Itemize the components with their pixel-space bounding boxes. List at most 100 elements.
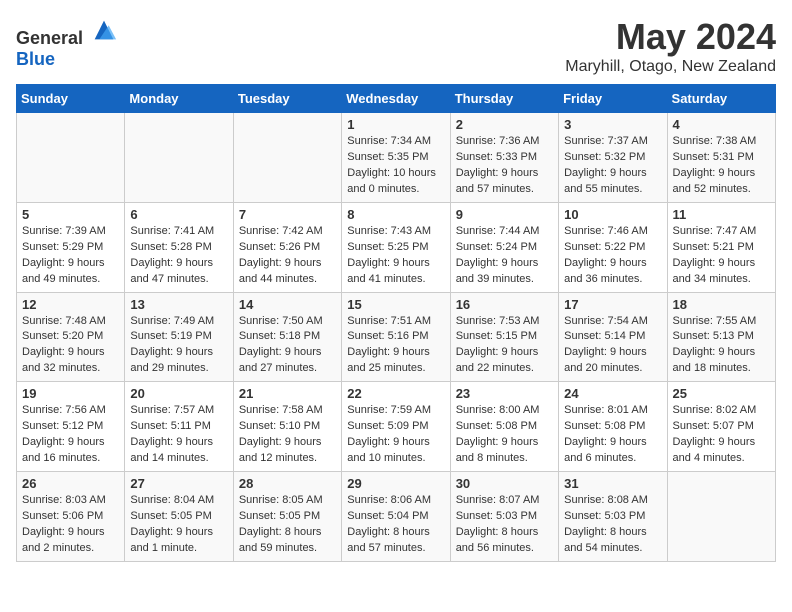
day-info: Sunrise: 8:03 AM Sunset: 5:06 PM Dayligh… — [22, 493, 119, 557]
day-number: 5 — [22, 207, 119, 222]
title-block: May 2024 Maryhill, Otago, New Zealand — [565, 16, 776, 76]
calendar-day-cell: 30 Sunrise: 8:07 AM Sunset: 5:03 PM Dayli… — [450, 472, 558, 562]
calendar-day-cell — [17, 113, 125, 203]
day-number: 27 — [130, 476, 227, 491]
day-info: Sunrise: 8:07 AM Sunset: 5:03 PM Dayligh… — [456, 493, 553, 557]
calendar-day-cell: 23Sunrise: 8:00 AM Sunset: 5:08 PM Dayli… — [450, 382, 558, 472]
calendar-week-row: 26 Sunrise: 8:03 AM Sunset: 5:06 PM Dayli… — [17, 472, 776, 562]
day-info: Sunrise: 7:43 AM Sunset: 5:25 PM Dayligh… — [347, 224, 444, 288]
day-number: 31 — [564, 476, 661, 491]
day-info: Sunrise: 7:50 AM Sunset: 5:18 PM Dayligh… — [239, 314, 336, 378]
day-number: 2 — [456, 117, 553, 132]
day-info: Sunrise: 7:36 AM Sunset: 5:33 PM Dayligh… — [456, 134, 553, 198]
calendar-day-cell: 28Sunrise: 8:05 AM Sunset: 5:05 PM Dayli… — [233, 472, 341, 562]
calendar-day-cell: 17 Sunrise: 7:54 AM Sunset: 5:14 PM Dayli… — [559, 292, 667, 382]
day-info: Sunrise: 8:01 AM Sunset: 5:08 PM Dayligh… — [564, 403, 661, 467]
calendar-day-cell: 2 Sunrise: 7:36 AM Sunset: 5:33 PM Daylig… — [450, 113, 558, 203]
calendar-day-cell: 8 Sunrise: 7:43 AM Sunset: 5:25 PM Daylig… — [342, 202, 450, 292]
day-info: Sunrise: 7:44 AM Sunset: 5:24 PM Dayligh… — [456, 224, 553, 288]
day-info: Sunrise: 7:49 AM Sunset: 5:19 PM Dayligh… — [130, 314, 227, 378]
calendar-day-cell: 6 Sunrise: 7:41 AM Sunset: 5:28 PM Daylig… — [125, 202, 233, 292]
day-number: 1 — [347, 117, 444, 132]
day-number: 14 — [239, 297, 336, 312]
day-number: 17 — [564, 297, 661, 312]
day-info: Sunrise: 8:04 AM Sunset: 5:05 PM Dayligh… — [130, 493, 227, 557]
day-number: 7 — [239, 207, 336, 222]
calendar-day-cell: 20 Sunrise: 7:57 AM Sunset: 5:11 PM Dayli… — [125, 382, 233, 472]
calendar-day-cell — [125, 113, 233, 203]
calendar-day-cell — [667, 472, 775, 562]
calendar-day-cell — [233, 113, 341, 203]
day-info: Sunrise: 7:54 AM Sunset: 5:14 PM Dayligh… — [564, 314, 661, 378]
calendar-week-row: 12 Sunrise: 7:48 AM Sunset: 5:20 PM Dayli… — [17, 292, 776, 382]
day-number: 11 — [673, 207, 770, 222]
calendar-day-cell: 21 Sunrise: 7:58 AM Sunset: 5:10 PM Dayli… — [233, 382, 341, 472]
day-number: 26 — [22, 476, 119, 491]
calendar-week-row: 1 Sunrise: 7:34 AM Sunset: 5:35 PM Daylig… — [17, 113, 776, 203]
calendar-day-cell: 18 Sunrise: 7:55 AM Sunset: 5:13 PM Dayli… — [667, 292, 775, 382]
day-number: 29 — [347, 476, 444, 491]
day-info: Sunrise: 7:34 AM Sunset: 5:35 PM Dayligh… — [347, 134, 444, 198]
calendar-day-cell: 15 Sunrise: 7:51 AM Sunset: 5:16 PM Dayli… — [342, 292, 450, 382]
day-info: Sunrise: 7:42 AM Sunset: 5:26 PM Dayligh… — [239, 224, 336, 288]
day-info: Sunrise: 8:05 AM Sunset: 5:05 PM Dayligh… — [239, 493, 336, 557]
day-number: 20 — [130, 386, 227, 401]
calendar-day-cell: 4Sunrise: 7:38 AM Sunset: 5:31 PM Daylig… — [667, 113, 775, 203]
day-number: 25 — [673, 386, 770, 401]
day-info: Sunrise: 7:41 AM Sunset: 5:28 PM Dayligh… — [130, 224, 227, 288]
calendar-day-cell: 3 Sunrise: 7:37 AM Sunset: 5:32 PM Daylig… — [559, 113, 667, 203]
calendar-day-cell: 26 Sunrise: 8:03 AM Sunset: 5:06 PM Dayli… — [17, 472, 125, 562]
day-number: 23 — [456, 386, 553, 401]
calendar-day-cell: 14 Sunrise: 7:50 AM Sunset: 5:18 PM Dayli… — [233, 292, 341, 382]
calendar-week-row: 19Sunrise: 7:56 AM Sunset: 5:12 PM Dayli… — [17, 382, 776, 472]
day-number: 8 — [347, 207, 444, 222]
day-number: 22 — [347, 386, 444, 401]
weekday-header-cell: Sunday — [17, 85, 125, 113]
day-info: Sunrise: 8:06 AM Sunset: 5:04 PM Dayligh… — [347, 493, 444, 557]
calendar-day-cell: 16 Sunrise: 7:53 AM Sunset: 5:15 PM Dayli… — [450, 292, 558, 382]
month-title: May 2024 — [565, 16, 776, 58]
weekday-header-cell: Tuesday — [233, 85, 341, 113]
day-info: Sunrise: 7:58 AM Sunset: 5:10 PM Dayligh… — [239, 403, 336, 467]
day-number: 6 — [130, 207, 227, 222]
day-info: Sunrise: 7:57 AM Sunset: 5:11 PM Dayligh… — [130, 403, 227, 467]
calendar-body: 1 Sunrise: 7:34 AM Sunset: 5:35 PM Daylig… — [17, 113, 776, 562]
day-info: Sunrise: 7:48 AM Sunset: 5:20 PM Dayligh… — [22, 314, 119, 378]
day-number: 18 — [673, 297, 770, 312]
day-info: Sunrise: 7:46 AM Sunset: 5:22 PM Dayligh… — [564, 224, 661, 288]
weekday-header-cell: Saturday — [667, 85, 775, 113]
day-info: Sunrise: 7:59 AM Sunset: 5:09 PM Dayligh… — [347, 403, 444, 467]
day-number: 30 — [456, 476, 553, 491]
day-number: 16 — [456, 297, 553, 312]
calendar-day-cell: 22 Sunrise: 7:59 AM Sunset: 5:09 PM Dayli… — [342, 382, 450, 472]
day-info: Sunrise: 7:53 AM Sunset: 5:15 PM Dayligh… — [456, 314, 553, 378]
day-info: Sunrise: 7:51 AM Sunset: 5:16 PM Dayligh… — [347, 314, 444, 378]
calendar-week-row: 5 Sunrise: 7:39 AM Sunset: 5:29 PM Daylig… — [17, 202, 776, 292]
calendar-day-cell: 24Sunrise: 8:01 AM Sunset: 5:08 PM Dayli… — [559, 382, 667, 472]
day-number: 9 — [456, 207, 553, 222]
weekday-header-cell: Thursday — [450, 85, 558, 113]
calendar-day-cell: 25Sunrise: 8:02 AM Sunset: 5:07 PM Dayli… — [667, 382, 775, 472]
day-number: 3 — [564, 117, 661, 132]
day-info: Sunrise: 7:55 AM Sunset: 5:13 PM Dayligh… — [673, 314, 770, 378]
location-title: Maryhill, Otago, New Zealand — [565, 58, 776, 76]
calendar-day-cell: 5 Sunrise: 7:39 AM Sunset: 5:29 PM Daylig… — [17, 202, 125, 292]
weekday-header-cell: Friday — [559, 85, 667, 113]
header: General Blue May 2024 Maryhill, Otago, N… — [16, 16, 776, 76]
day-number: 21 — [239, 386, 336, 401]
calendar-day-cell: 9 Sunrise: 7:44 AM Sunset: 5:24 PM Daylig… — [450, 202, 558, 292]
day-info: Sunrise: 7:39 AM Sunset: 5:29 PM Dayligh… — [22, 224, 119, 288]
day-number: 12 — [22, 297, 119, 312]
day-info: Sunrise: 8:08 AM Sunset: 5:03 PM Dayligh… — [564, 493, 661, 557]
day-number: 15 — [347, 297, 444, 312]
day-number: 10 — [564, 207, 661, 222]
logo-icon — [90, 16, 118, 44]
day-info: Sunrise: 7:47 AM Sunset: 5:21 PM Dayligh… — [673, 224, 770, 288]
logo-general: General — [16, 28, 83, 48]
calendar-day-cell: 12 Sunrise: 7:48 AM Sunset: 5:20 PM Dayli… — [17, 292, 125, 382]
day-info: Sunrise: 7:37 AM Sunset: 5:32 PM Dayligh… — [564, 134, 661, 198]
calendar-day-cell: 1 Sunrise: 7:34 AM Sunset: 5:35 PM Daylig… — [342, 113, 450, 203]
calendar-day-cell: 13Sunrise: 7:49 AM Sunset: 5:19 PM Dayli… — [125, 292, 233, 382]
day-number: 4 — [673, 117, 770, 132]
calendar-table: SundayMondayTuesdayWednesdayThursdayFrid… — [16, 84, 776, 562]
